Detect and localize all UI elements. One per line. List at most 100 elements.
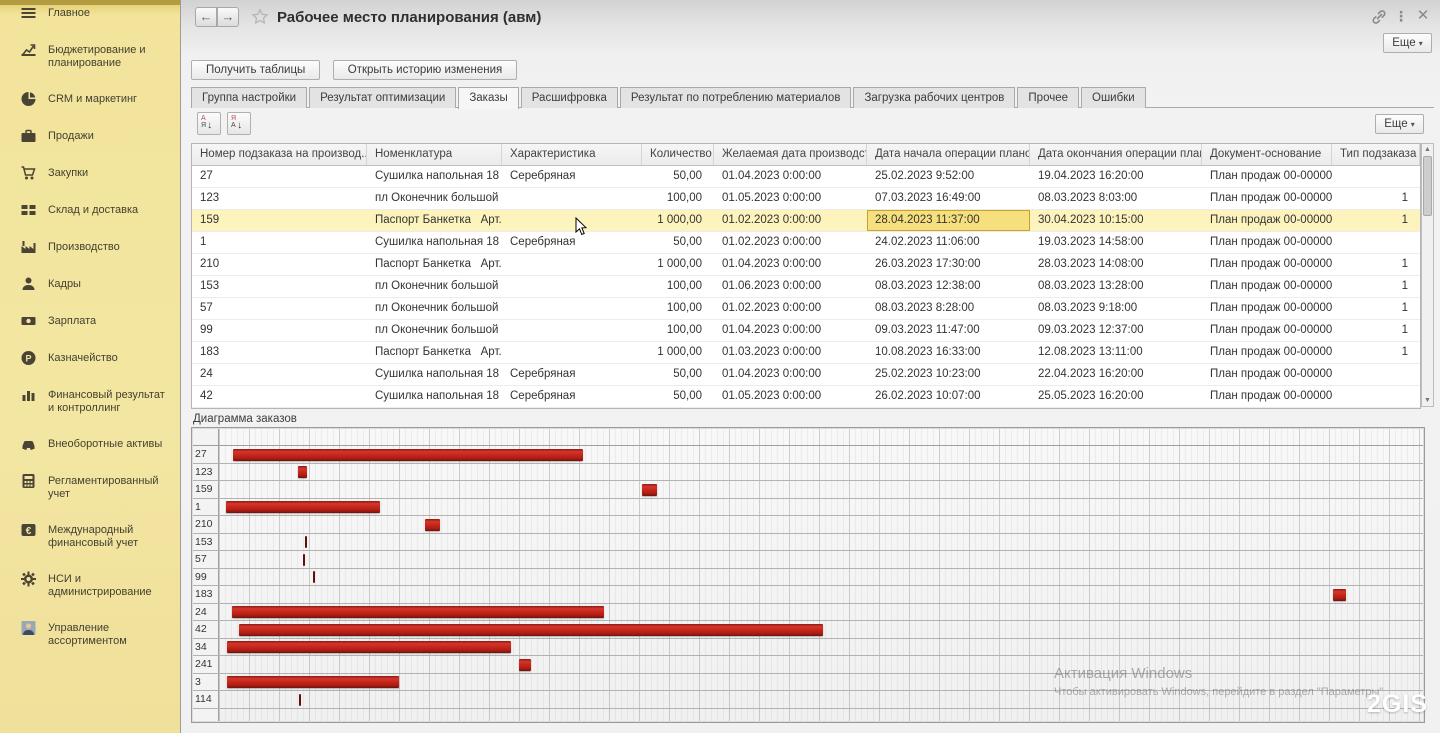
gantt-row[interactable]: 27 [193, 446, 1423, 464]
scroll-down-icon[interactable]: ▼ [1422, 395, 1433, 406]
gantt-row[interactable]: 123 [193, 464, 1423, 482]
get-tables-button[interactable]: Получить таблицы [191, 60, 320, 80]
gantt-row-label: 27 [195, 448, 218, 460]
sidebar-item[interactable]: Производство [0, 239, 180, 255]
cell-nomenclature: Сушилка напольная 18 ... [367, 232, 502, 253]
sidebar-item[interactable]: Регламентированный учет [0, 473, 180, 501]
cell-order-number: 210 [192, 254, 367, 275]
gantt-bar[interactable] [232, 606, 604, 618]
more-button-form[interactable]: Еще ▾ [1383, 33, 1432, 53]
sidebar-item-label: Зарплата [48, 313, 170, 328]
open-history-button[interactable]: Открыть историю изменения [333, 60, 517, 80]
column-header[interactable]: Дата окончания операции плановая [1030, 144, 1202, 165]
gantt-row[interactable]: 99 [193, 569, 1423, 587]
table-row[interactable]: 153 пл Оконечник большой н... 100,00 01.… [192, 276, 1420, 298]
gantt-bar[interactable] [519, 659, 531, 671]
sidebar-item[interactable]: Управление ассортиментом [0, 620, 180, 648]
tab[interactable]: Прочее [1017, 87, 1079, 108]
sidebar-item[interactable]: Продажи [0, 128, 180, 144]
sort-ascending-button[interactable]: АЯ↓ [197, 112, 221, 135]
gantt-row[interactable]: 210 [193, 516, 1423, 534]
gantt-bar[interactable] [239, 624, 823, 636]
sidebar-item[interactable]: НСИ и администрирование [0, 571, 180, 599]
table-row[interactable]: 159 Паспорт Банкетка Арт.... 1 000,00 01… [192, 210, 1420, 232]
table-row[interactable]: 123 пл Оконечник большой н... 100,00 01.… [192, 188, 1420, 210]
gantt-row[interactable]: 159 [193, 481, 1423, 499]
sidebar-item[interactable]: Главное [0, 5, 180, 21]
table-row[interactable]: 210 Паспорт Банкетка Арт.... 1 000,00 01… [192, 254, 1420, 276]
gantt-bar[interactable] [313, 571, 315, 583]
gantt-row[interactable]: 1 [193, 499, 1423, 517]
gantt-row[interactable]: 241 [193, 656, 1423, 674]
sidebar-item[interactable]: Международный финансовый учет [0, 522, 180, 550]
more-menu-icon[interactable]: ⋮ [1392, 8, 1410, 26]
tab[interactable]: Результат оптимизации [309, 87, 456, 108]
tab[interactable]: Расшифровка [521, 87, 618, 108]
gantt-row[interactable]: 24 [193, 604, 1423, 622]
gantt-bar[interactable] [642, 484, 657, 496]
sidebar-item[interactable]: Бюджетирование и планирование [0, 42, 180, 70]
gantt-row[interactable]: 153 [193, 534, 1423, 552]
table-row[interactable]: 42 Сушилка напольная 18 ... Серебряная 5… [192, 386, 1420, 408]
gantt-bar[interactable] [303, 554, 305, 566]
scroll-up-icon[interactable]: ▲ [1422, 144, 1433, 155]
close-icon[interactable]: ✕ [1414, 8, 1432, 26]
tab[interactable]: Группа настройки [191, 87, 307, 108]
tab[interactable]: Загрузка рабочих центров [853, 87, 1015, 108]
sidebar-item[interactable]: Финансовый результат и контроллинг [0, 387, 180, 415]
sidebar-item[interactable]: Зарплата [0, 313, 180, 329]
more-button-grid[interactable]: Еще ▾ [1375, 114, 1424, 134]
gantt-bar[interactable] [425, 519, 440, 531]
table-row[interactable]: 24 Сушилка напольная 18 ... Серебряная 5… [192, 364, 1420, 386]
table-row[interactable]: 57 пл Оконечник большой н... 100,00 01.0… [192, 298, 1420, 320]
column-header[interactable]: Дата начала операции плановая [867, 144, 1030, 165]
sidebar-item[interactable]: Закупки [0, 165, 180, 181]
table-row[interactable]: 27 Сушилка напольная 18 ... Серебряная 5… [192, 166, 1420, 188]
gantt-bar[interactable] [1333, 589, 1346, 601]
cell-order-number: 57 [192, 298, 367, 319]
gantt-row[interactable]: 34 [193, 639, 1423, 657]
table-row[interactable]: 1 Сушилка напольная 18 ... Серебряная 50… [192, 232, 1420, 254]
cell-start-date: 08.03.2023 8:28:00 [867, 298, 1030, 319]
sidebar-item[interactable]: CRM и маркетинг [0, 91, 180, 107]
column-header[interactable]: Желаемая дата производства [714, 144, 867, 165]
column-header[interactable]: Документ-основание [1202, 144, 1332, 165]
gantt-bar[interactable] [233, 449, 583, 461]
sidebar-item[interactable]: Внеоборотные активы [0, 436, 180, 452]
gantt-row[interactable]: 3 [193, 674, 1423, 692]
column-header[interactable]: Характеристика [502, 144, 642, 165]
gantt-row[interactable]: 183 [193, 586, 1423, 604]
gantt-bar[interactable] [299, 694, 301, 706]
column-header[interactable]: Номер подзаказа на производ... [192, 144, 367, 165]
sidebar-item-label: Финансовый результат и контроллинг [48, 387, 170, 415]
column-header[interactable]: Тип подзаказа [1332, 144, 1420, 165]
column-header[interactable]: Количество [642, 144, 714, 165]
gantt-row-track [219, 604, 1423, 621]
table-row[interactable]: 99 пл Оконечник большой н... 100,00 01.0… [192, 320, 1420, 342]
sort-descending-button[interactable]: ЯА↓ [227, 112, 251, 135]
tab[interactable]: Ошибки [1081, 87, 1146, 108]
gantt-row[interactable]: 42 [193, 621, 1423, 639]
scrollbar-thumb[interactable] [1423, 156, 1432, 216]
favorite-star-icon[interactable] [251, 8, 269, 26]
link-icon[interactable] [1370, 8, 1388, 26]
table-scrollbar[interactable]: ▲ ▼ [1421, 143, 1434, 407]
gantt-row[interactable]: 114 [193, 691, 1423, 709]
sidebar-item[interactable]: Кадры [0, 276, 180, 292]
gantt-bar[interactable] [227, 676, 399, 688]
sidebar-item[interactable]: Казначейство [0, 350, 180, 366]
gantt-bar[interactable] [298, 466, 307, 478]
cell-nomenclature: Сушилка напольная 18 ... [367, 364, 502, 385]
table-row[interactable]: 183 Паспорт Банкетка Арт.... 1 000,00 01… [192, 342, 1420, 364]
forward-button[interactable]: → [217, 7, 239, 27]
back-button[interactable]: ← [195, 7, 217, 27]
cell-end-date: 28.03.2023 14:08:00 [1030, 254, 1202, 275]
column-header[interactable]: Номенклатура [367, 144, 502, 165]
tab[interactable]: Результат по потреблению материалов [620, 87, 852, 108]
gantt-bar[interactable] [305, 536, 307, 548]
sidebar-item[interactable]: Склад и доставка [0, 202, 180, 218]
tab[interactable]: Заказы [458, 87, 518, 109]
gantt-row[interactable]: 57 [193, 551, 1423, 569]
gantt-bar[interactable] [226, 501, 380, 513]
gantt-bar[interactable] [227, 641, 511, 653]
